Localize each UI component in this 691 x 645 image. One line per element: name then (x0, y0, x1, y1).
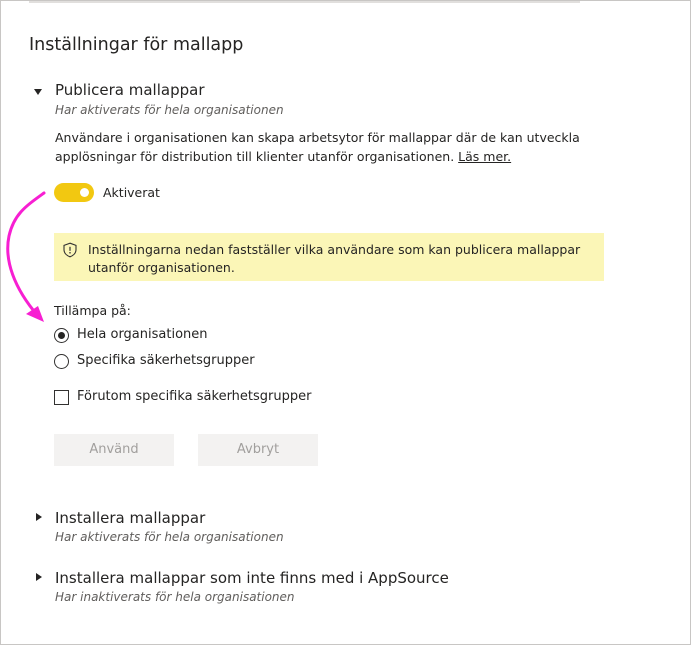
toggle-knob (80, 188, 89, 197)
page-title: Inställningar för mallapp (29, 35, 244, 55)
shield-icon (63, 242, 77, 258)
checkbox-label: Förutom specifika säkerhetsgrupper (77, 389, 312, 404)
section-description: Användare i organisationen kan skapa arb… (55, 128, 595, 166)
section-title-install[interactable]: Installera mallappar (55, 509, 205, 527)
radio-button[interactable] (54, 354, 69, 369)
radio-label: Hela organisationen (77, 327, 208, 342)
apply-button[interactable]: Använd (54, 434, 174, 466)
radio-selected-dot (58, 332, 65, 339)
cancel-button[interactable]: Avbryt (198, 434, 318, 466)
section-status-install-non-appsource: Har inaktiverats för hela organisationen (55, 590, 295, 604)
settings-panel: Inställningar för mallapp Publicera mall… (0, 0, 691, 645)
collapse-caret-icon[interactable] (34, 89, 42, 95)
top-divider (29, 1, 580, 3)
banner-text: Inställningarna nedan fastställer vilka … (88, 242, 581, 275)
radio-button[interactable] (54, 328, 69, 343)
section-title-install-non-appsource[interactable]: Installera mallappar som inte finns med … (55, 569, 449, 587)
toggle-label: Aktiverat (103, 185, 160, 200)
radio-label: Specifika säkerhetsgrupper (77, 353, 255, 368)
except-groups-checkbox[interactable] (54, 390, 69, 405)
section-status-install: Har aktiverats för hela organisationen (55, 530, 284, 544)
section-title-publish[interactable]: Publicera mallappar (55, 81, 204, 99)
section-status-publish: Har aktiverats för hela organisationen (55, 103, 284, 117)
expand-caret-icon[interactable] (36, 513, 42, 521)
info-banner: Inställningarna nedan fastställer vilka … (54, 233, 604, 281)
expand-caret-icon[interactable] (36, 573, 42, 581)
apply-to-label: Tillämpa på: (54, 303, 131, 318)
enable-toggle[interactable] (54, 183, 94, 202)
learn-more-link[interactable]: Läs mer. (458, 149, 511, 164)
